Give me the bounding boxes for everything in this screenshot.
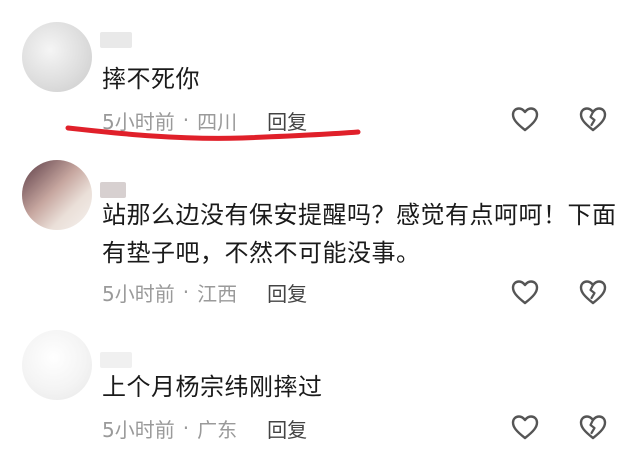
reply-button[interactable]: 回复 [267,278,307,307]
meta-separator: · [182,416,190,440]
username-blurred[interactable] [100,32,132,48]
comment-text: 摔不死你 [102,65,200,93]
comment-text: 上个月杨宗纬刚摔过 [102,373,323,401]
username-blurred[interactable] [100,352,132,368]
comment-time: 5小时前 [102,417,175,442]
meta-separator: · [182,280,190,304]
comment-location: 江西 [197,281,238,306]
avatar[interactable] [22,330,92,400]
comment-meta: 5小时前 · 江西 回复 [102,278,307,306]
comment-time: 5小时前 [102,281,175,306]
avatar[interactable] [22,22,92,92]
avatar[interactable] [22,160,92,230]
heart-icon[interactable] [510,104,540,134]
comment-meta: 5小时前 · 广东 回复 [102,414,307,442]
red-annotation-underline [65,125,361,141]
heart-icon[interactable] [510,412,540,442]
heart-icon[interactable] [510,277,540,307]
comment-location: 广东 [197,417,238,442]
reply-button[interactable]: 回复 [267,414,307,443]
broken-heart-icon[interactable] [578,412,608,442]
broken-heart-icon[interactable] [578,277,608,307]
broken-heart-icon[interactable] [578,104,608,134]
comment-text: 站那么边没有保安提醒吗？感觉有点呵呵！下面有垫子吧，不然不可能没事。 [102,201,617,267]
